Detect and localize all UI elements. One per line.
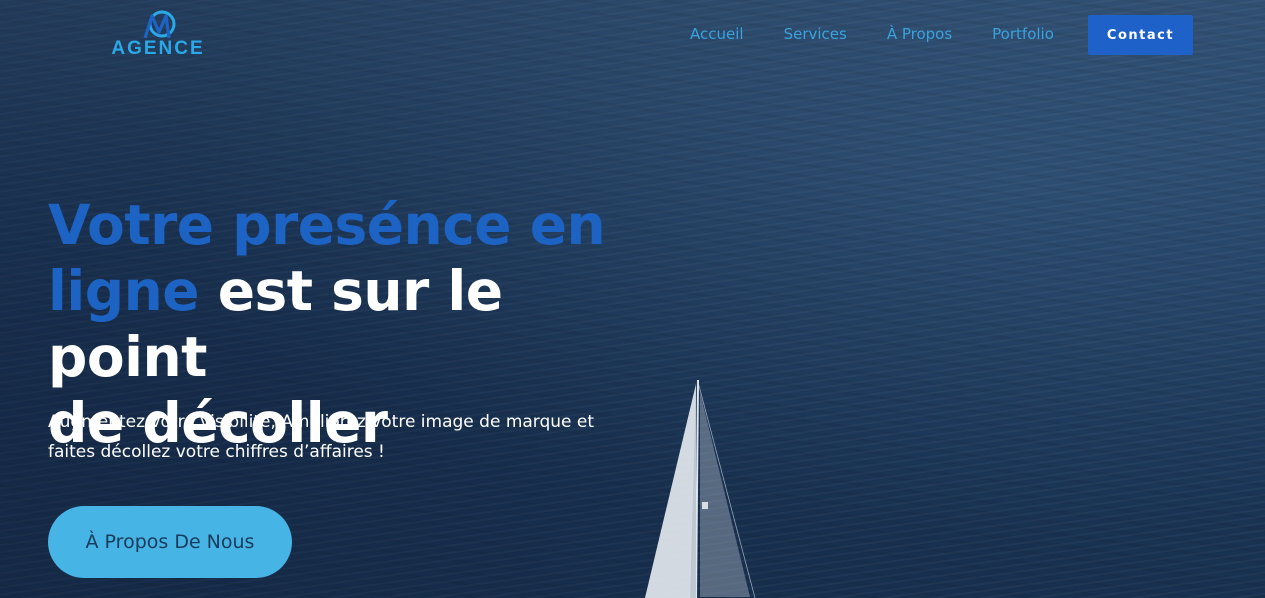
hero-subtitle: Augmentez votre visibilité, Améliorez vo…: [48, 412, 595, 462]
nav-item-services[interactable]: Services: [764, 23, 867, 45]
nav-item-accueil[interactable]: Accueil: [670, 23, 764, 45]
logo-text: AGENCE: [111, 38, 205, 59]
logo-mark-icon: [143, 10, 176, 39]
nav-item-a-propos[interactable]: À Propos: [867, 23, 972, 45]
about-us-button[interactable]: À Propos De Nous: [48, 506, 292, 578]
contact-button[interactable]: Contact: [1088, 15, 1193, 55]
agence-logo[interactable]: AGENCE: [110, 10, 206, 62]
main-nav: Accueil Services À Propos Portfolio: [670, 23, 1074, 45]
nav-item-portfolio[interactable]: Portfolio: [972, 23, 1074, 45]
sailboat-image: [644, 379, 756, 598]
headline-accent-1: Votre presénce en: [48, 193, 606, 257]
headline-accent-2: ligne: [48, 259, 200, 323]
